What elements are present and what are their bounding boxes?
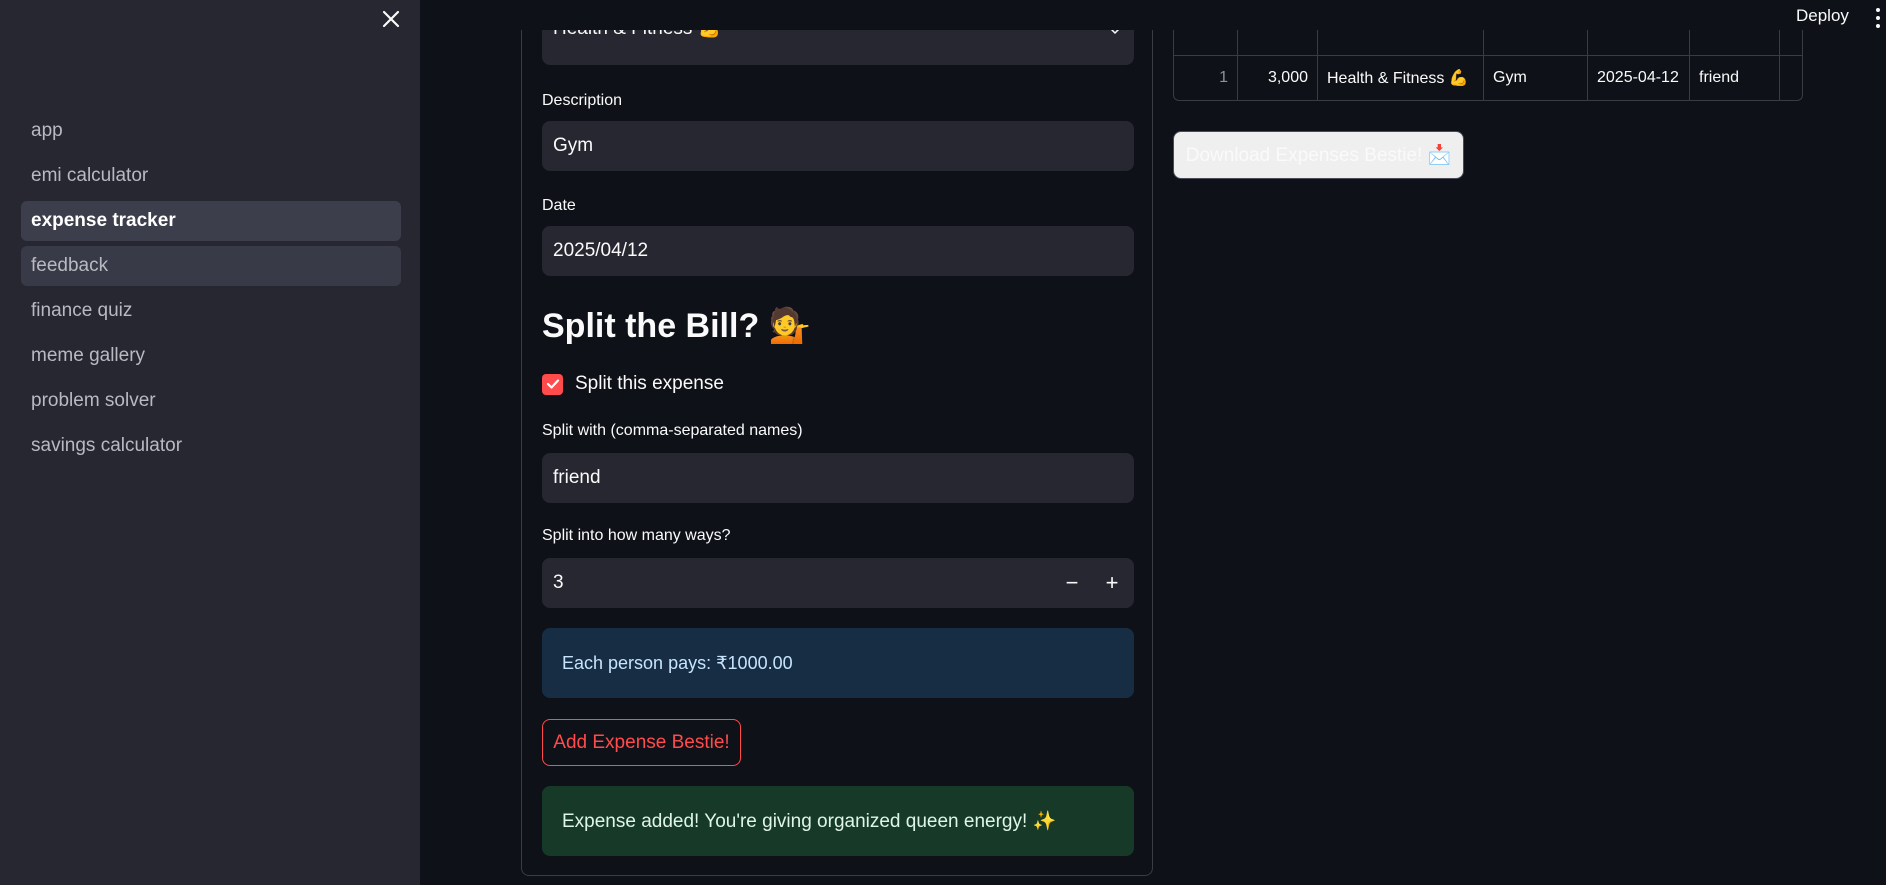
split-with-input[interactable]: friend <box>542 453 1134 503</box>
sidebar-nav: app emi calculator expense tracker feedb… <box>21 111 401 471</box>
split-bill-heading: Split the Bill? 💁 <box>542 307 811 345</box>
description-cell[interactable]: Gym <box>1484 56 1588 100</box>
split-ways-label: Split into how many ways? <box>542 527 731 544</box>
deploy-button[interactable]: Deploy <box>1796 6 1849 26</box>
split-expense-checkbox[interactable]: Split this expense <box>542 373 724 395</box>
sidebar-item-label: meme gallery <box>31 345 146 366</box>
sidebar-item-label: problem solver <box>31 390 156 411</box>
sidebar-item-app[interactable]: app <box>21 111 401 151</box>
sidebar-item-meme-gallery[interactable]: meme gallery <box>21 336 401 376</box>
description-label: Description <box>542 92 623 109</box>
split-ways-stepper[interactable]: 3 − + <box>542 558 1134 608</box>
expenses-table[interactable]: 1 3,000 Health & Fitness 💪 Gym 2025-04-1… <box>1173 30 1803 101</box>
chevron-down-icon <box>1110 30 1120 35</box>
date-cell[interactable]: 2025-04-12 <box>1588 56 1690 100</box>
sidebar-item-label: feedback <box>31 255 109 276</box>
date-label: Date <box>542 197 576 214</box>
category-select[interactable]: Health & Fitness 💪 <box>542 30 1134 65</box>
split-with-label: Split with (comma-separated names) <box>542 422 803 439</box>
sidebar-item-emi-calculator[interactable]: emi calculator <box>21 156 401 196</box>
add-expense-button[interactable]: Add Expense Bestie! <box>542 719 741 766</box>
sidebar-item-label: emi calculator <box>31 165 149 186</box>
sidebar: app emi calculator expense tracker feedb… <box>0 0 420 885</box>
close-sidebar-icon[interactable] <box>378 6 404 32</box>
increment-button[interactable]: + <box>1092 558 1132 608</box>
table-header-row <box>1174 30 1802 56</box>
sidebar-item-label: expense tracker <box>31 210 176 231</box>
sidebar-item-expense-tracker[interactable]: expense tracker <box>21 201 401 241</box>
category-cell[interactable]: Health & Fitness 💪 <box>1318 56 1484 100</box>
expense-form: Health & Fitness 💪 Description Gym Date … <box>521 30 1153 876</box>
sidebar-item-label: finance quiz <box>31 300 133 321</box>
description-input[interactable]: Gym <box>542 121 1134 171</box>
row-index: 1 <box>1174 56 1238 100</box>
checkbox-checked-icon[interactable] <box>542 373 563 395</box>
sidebar-item-feedback[interactable]: feedback <box>21 246 401 286</box>
sidebar-item-savings-calculator[interactable]: savings calculator <box>21 426 401 466</box>
split-with-cell[interactable]: friend <box>1690 56 1780 100</box>
sidebar-item-label: savings calculator <box>31 435 183 456</box>
split-expense-label: Split this expense <box>575 373 724 394</box>
amount-cell[interactable]: 3,000 <box>1238 56 1318 100</box>
decrement-button[interactable]: − <box>1052 558 1092 608</box>
per-person-info: Each person pays: ₹1000.00 <box>542 628 1134 698</box>
main-menu-icon[interactable] <box>1872 6 1886 30</box>
sidebar-item-finance-quiz[interactable]: finance quiz <box>21 291 401 331</box>
split-ways-value[interactable]: 3 <box>553 572 564 594</box>
sidebar-item-problem-solver[interactable]: problem solver <box>21 381 401 421</box>
sidebar-item-label: app <box>31 120 63 141</box>
category-select-value: Health & Fitness 💪 <box>553 30 721 40</box>
download-expenses-button[interactable]: Download Expenses Bestie! 📩 <box>1173 131 1464 179</box>
date-input[interactable]: 2025/04/12 <box>542 226 1134 276</box>
table-row[interactable]: 1 3,000 Health & Fitness 💪 Gym 2025-04-1… <box>1174 56 1802 100</box>
success-message: Expense added! You're giving organized q… <box>542 786 1134 856</box>
